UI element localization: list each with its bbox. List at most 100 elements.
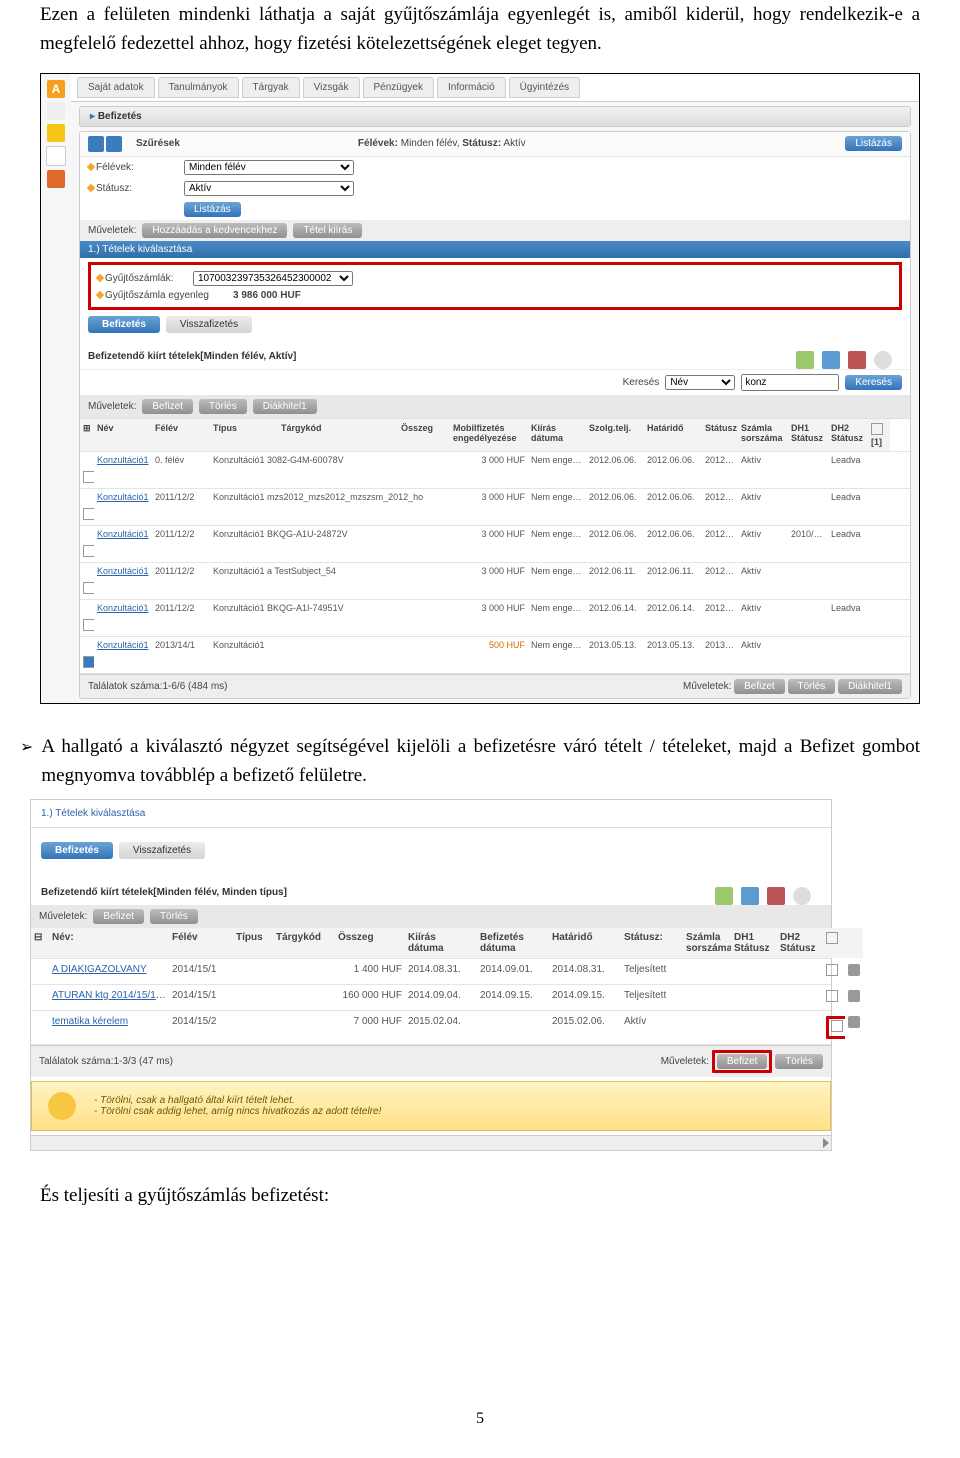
screenshot-2: 1.) Tételek kiválasztása Befizetés Vissz… [30,799,832,1151]
tetel-kiiras-button[interactable]: Tétel kiírás [293,223,362,238]
select-all-checkbox[interactable] [871,423,883,435]
befizet-button-bottom[interactable]: Befizet [734,679,785,694]
plus-icon[interactable] [848,1016,860,1028]
rail-icon-mail[interactable] [47,102,65,120]
excel-icon[interactable] [796,351,814,369]
s2-tab-visszafizetes[interactable]: Visszafizetés [119,842,205,859]
tab-ugyintezes[interactable]: Ügyintézés [509,77,580,98]
row-link[interactable]: A DIAKIGAZOLVANY [52,964,147,975]
torles-button-bottom[interactable]: Törlés [788,679,836,694]
tab-tanulmanyok[interactable]: Tanulmányok [158,77,239,98]
s2-befizet-button-top[interactable]: Befizet [93,909,144,924]
statusz-select[interactable]: Aktív [184,181,354,196]
row-checkbox[interactable] [83,545,94,557]
table-row: Konzultáció12011/12/2Konzultáció1 BKQG-A… [80,526,910,563]
row-checkbox[interactable] [826,964,838,976]
egyenleg-label: Gyűjtőszámla egyenleg [97,290,227,301]
row-link[interactable]: ATURAN ktg 2014/15/1 1. évf. [52,990,169,1001]
tab-befizetes[interactable]: Befizetés [88,316,160,333]
s2-print-icon[interactable] [741,887,759,905]
search-label: Keresés [623,377,660,388]
search-input[interactable] [741,374,839,391]
plus-icon[interactable] [848,990,860,1002]
s2-select-all-checkbox[interactable] [826,932,838,944]
felevek-select[interactable]: Minden félév [184,160,354,175]
table-row: tematika kérelem2014/15/27 000 HUF2015.0… [31,1011,831,1045]
befizet-button-top[interactable]: Befizet [142,399,193,414]
rail-icon-cal[interactable] [46,146,66,166]
smiley-icon [48,1092,76,1120]
muveletek-label: Műveletek: [88,225,136,236]
kedvencek-button[interactable]: Hozzáadás a kedvencekhez [142,223,287,238]
footer-muv-label: Műveletek: [683,681,731,692]
collapse-icon[interactable] [88,136,104,152]
row-link[interactable]: Konzultáció1 [97,603,149,613]
s2-torles-button-bottom[interactable]: Törlés [775,1054,823,1069]
row-checkbox[interactable] [831,1020,843,1032]
s2-search-icon[interactable] [793,887,811,905]
tab-visszafizetes[interactable]: Visszafizetés [166,316,252,333]
tab-vizsgak[interactable]: Vizsgák [303,77,360,98]
row-checkbox[interactable] [826,990,838,1002]
s2-pin-icon[interactable] [767,887,785,905]
filters-status-val: Aktív [503,138,525,149]
muveletek-label-2: Műveletek: [88,401,136,412]
print-icon[interactable] [822,351,840,369]
row-checkbox[interactable] [83,619,94,631]
tab-sajat-adatok[interactable]: Saját adatok [77,77,155,98]
filters-felevek-lbl: Félévek: [358,138,398,149]
screenshot-1: A Saját adatok Tanulmányok Tárgyak Vizsg… [40,73,920,704]
row-link[interactable]: tematika kérelem [52,1016,128,1027]
row-checkbox[interactable] [83,508,94,520]
row-checkbox[interactable] [83,471,94,483]
subtitle: Befizetendő kiírt tételek[Minden félév, … [88,351,296,362]
s2-excel-icon[interactable] [715,887,733,905]
listazas-button-top[interactable]: Listázás [845,136,902,151]
main-tabs: Saját adatok Tanulmányok Tárgyak Vizsgák… [71,74,919,102]
rail-icon-a[interactable]: A [47,80,65,98]
pin-icon[interactable] [848,351,866,369]
grid-header: ⊞ NévFélévTípusTárgykódÖsszegMobilfizeté… [80,419,910,452]
step-paragraph: A hallgató a kiválasztó négyzet segítség… [41,732,920,791]
diakhitel-button-top[interactable]: Diákhitel1 [253,399,317,414]
rail-icon-star[interactable] [47,124,65,142]
s2-muv-label: Műveletek: [39,911,87,922]
horizontal-scrollbar[interactable] [31,1135,831,1150]
expand-icon[interactable] [106,136,122,152]
rail-icon-chat[interactable] [47,170,65,188]
tab-penzugyek[interactable]: Pénzügyek [363,77,434,98]
search-field-select[interactable]: Név [665,375,735,390]
row-link[interactable]: Konzultáció1 [97,529,149,539]
table-row: ATURAN ktg 2014/15/1 1. évf.2014/15/1160… [31,985,831,1011]
section-1-header: 1.) Tételek kiválasztása [80,241,910,258]
row-link[interactable]: Konzultáció1 [97,492,149,502]
panel-title: ▸ Befizetés [80,107,910,126]
listazas-button[interactable]: Listázás [184,202,241,217]
plus-icon[interactable] [848,964,860,976]
search-button[interactable]: Keresés [845,375,902,390]
s2-torles-button-top[interactable]: Törlés [150,909,198,924]
table-row: Konzultáció10. félévKonzultáció1 3082-G4… [80,452,910,489]
statusz-label: Státusz: [88,183,178,194]
table-row: Konzultáció12013/14/1Konzultáció1500 HUF… [80,637,910,674]
row-checkbox[interactable] [83,582,94,594]
table-row: A DIAKIGAZOLVANY2014/15/11 400 HUF2014.0… [31,959,831,985]
search-icon[interactable] [874,351,892,369]
torles-button-top[interactable]: Törlés [199,399,247,414]
row-checkbox[interactable] [83,656,94,668]
s2-befizet-button-bottom[interactable]: Befizet [717,1054,768,1069]
row-link[interactable]: Konzultáció1 [97,566,149,576]
table-row: Konzultáció12011/12/2Konzultáció1 BKQG-A… [80,600,910,637]
gyujtoszamlak-label: Gyűjtőszámlák: [97,273,187,284]
row-link[interactable]: Konzultáció1 [97,640,149,650]
tab-targyak[interactable]: Tárgyak [242,77,300,98]
table-row: Konzultáció12011/12/2Konzultáció1 a Test… [80,563,910,600]
diakhitel-button-bottom[interactable]: Diákhitel1 [838,679,902,694]
row-link[interactable]: Konzultáció1 [97,455,149,465]
tab-informacio[interactable]: Információ [437,77,506,98]
highlight-account-box: Gyűjtőszámlák: 107003239735326452300002 … [88,262,902,310]
felevek-label: Félévek: [88,162,178,173]
gyujtoszamlak-select[interactable]: 107003239735326452300002 [193,271,353,286]
s2-tab-befizetes[interactable]: Befizetés [41,842,113,859]
egyenleg-value: 3 986 000 HUF [233,290,301,301]
